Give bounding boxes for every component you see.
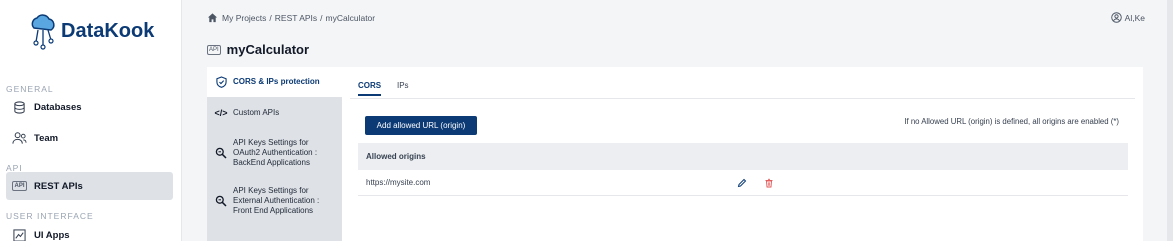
add-allowed-url-button[interactable]: Add allowed URL (origin) [365,116,477,135]
table-header-allowed-origins: Allowed origins [358,143,1128,170]
menu-item-oauth2-keys[interactable]: API Keys Settings for OAuth2 Authenticat… [207,135,342,171]
breadcrumb-rest-apis[interactable]: REST APIs [275,13,317,23]
cors-info-text: If no Allowed URL (origin) is defined, a… [904,117,1119,126]
breadcrumb-my-projects[interactable]: My Projects [222,13,266,23]
delete-trash-icon[interactable] [764,178,774,188]
edit-pencil-icon[interactable] [737,178,747,188]
menu-item-label: Custom APIs [233,108,280,117]
menu-item-external-keys[interactable]: API Keys Settings for External Authentic… [207,183,342,219]
sidebar-item-label: Team [34,132,59,144]
team-icon [12,131,27,146]
section-label-user-interface: USER INTERFACE [6,211,94,221]
home-icon[interactable] [207,12,218,23]
sidebar-item-rest-apis[interactable]: API REST APIs [6,172,173,200]
chart-icon [12,228,27,241]
page-header: API myCalculator [207,42,309,57]
sidebar-item-label: REST APIs [34,180,83,192]
user-name: Al,Ke [1124,12,1145,23]
code-icon: </> [214,108,228,118]
user-menu[interactable]: Al,Ke [1110,12,1145,23]
cors-panel: CORS IPs Add allowed URL (origin) If no … [342,67,1143,241]
menu-item-label: API Keys Settings for External Authentic… [233,186,319,216]
tabs-divider [350,98,1135,99]
sidebar-item-databases[interactable]: Databases [6,93,173,121]
user-icon [1110,12,1122,23]
breadcrumb-separator: / [320,12,323,23]
breadcrumb: My Projects / REST APIs / myCalculator [207,12,375,23]
database-icon [12,100,27,115]
page-scrollbar[interactable] [1167,0,1173,241]
menu-item-line: OAuth2 Authentication : [233,148,318,157]
menu-item-line: Front End Applications [233,206,314,215]
menu-item-line: BackEnd Applications [233,158,310,167]
tab-ips[interactable]: IPs [397,81,409,94]
menu-item-line: External Authentication : [233,196,320,205]
table-row: https://mysite.com [358,170,1128,196]
menu-item-cors-ips[interactable]: CORS & IPs protection [207,67,342,97]
sidebar-item-label: Databases [34,101,82,113]
key-search-icon [215,195,227,207]
api-badge-icon: API [207,44,221,55]
api-icon: API [12,181,27,191]
menu-item-label: API Keys Settings for OAuth2 Authenticat… [233,138,317,168]
menu-item-line: API Keys Settings for [233,186,309,195]
breadcrumb-current: myCalculator [325,12,376,23]
origin-value: https://mysite.com [366,178,431,187]
sidebar: DataKook GENERAL Databases Team API API … [0,0,182,241]
logo[interactable]: DataKook [26,12,154,50]
sidebar-item-team[interactable]: Team [6,124,173,152]
menu-item-label: CORS & IPs protection [233,77,320,86]
sidebar-item-ui-apps[interactable]: UI Apps [6,221,173,241]
sidebar-item-label: UI Apps [34,229,70,241]
tab-cors[interactable]: CORS [358,81,382,96]
app-name: DataKook [61,19,155,42]
settings-menu: CORS & IPs protection </> Custom APIs AP… [207,67,342,241]
key-search-icon [215,147,227,159]
logo-icon [31,14,55,50]
page-title: myCalculator [226,42,310,57]
menu-item-custom-apis[interactable]: </> Custom APIs [207,102,342,124]
breadcrumb-separator: / [269,12,272,23]
shield-icon [215,76,227,88]
menu-item-line: API Keys Settings for [233,138,309,147]
